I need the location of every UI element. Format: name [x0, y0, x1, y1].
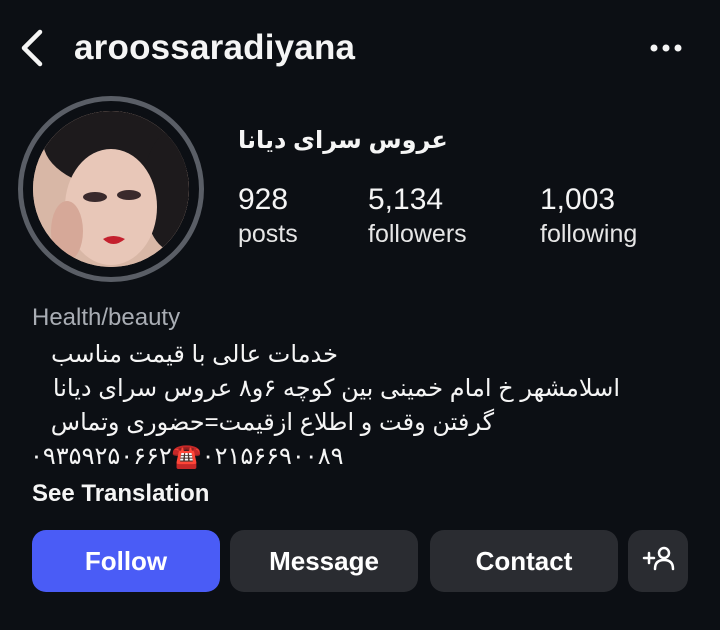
- follow-button[interactable]: Follow: [32, 530, 220, 592]
- bio-line: اسلامشهر خ امام خمینی بین کوچه ۶و۸ عروس …: [52, 375, 620, 402]
- profile-category: Health/beauty: [32, 304, 181, 331]
- suggested-accounts-button[interactable]: [628, 530, 688, 592]
- followers-label: followers: [368, 220, 467, 248]
- bio-line: گرفتن وقت و اطلاع ازقیمت=حضوری وتماس: [50, 409, 494, 436]
- followers-count: 5,134: [368, 183, 444, 216]
- following-count: 1,003: [540, 183, 616, 216]
- back-chevron-icon[interactable]: [14, 26, 54, 70]
- posts-count: 928: [238, 183, 289, 216]
- bio-line: خدمات عالی با قیمت مناسب: [50, 341, 338, 368]
- add-person-icon: [641, 544, 675, 579]
- posts-label: posts: [238, 220, 298, 248]
- more-options-icon[interactable]: [648, 32, 688, 64]
- contact-button[interactable]: Contact: [430, 530, 618, 592]
- avatar[interactable]: [18, 96, 204, 282]
- bio-phone-line[interactable]: ۰۹۳۵۹۲۵۰۶۶۲☎️۰۲۱۵۶۶۹۰۰۸۹: [30, 440, 343, 474]
- avatar-image: [33, 111, 189, 267]
- following-stat[interactable]: 1,003 following: [540, 182, 637, 250]
- profile-username: aroossaradiyana: [74, 28, 356, 67]
- profile-full-name: عروس سرای دیانا: [238, 127, 448, 154]
- see-translation-link[interactable]: See Translation: [32, 480, 209, 508]
- followers-stat[interactable]: 5,134 followers: [368, 182, 467, 250]
- following-label: following: [540, 220, 638, 248]
- posts-stat[interactable]: 928 posts: [238, 182, 298, 250]
- top-bar: aroossaradiyana: [0, 0, 720, 96]
- message-button[interactable]: Message: [230, 530, 418, 592]
